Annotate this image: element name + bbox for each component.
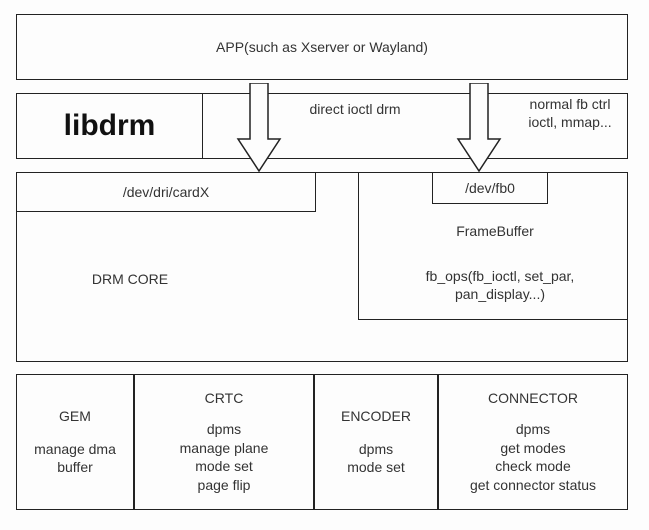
gem-desc2: buffer bbox=[57, 458, 93, 477]
dev-fb-box: /dev/fb0 bbox=[432, 172, 548, 204]
connector-desc3: check mode bbox=[495, 457, 570, 476]
crtc-title: CRTC bbox=[205, 389, 244, 408]
encoder-box: ENCODER dpms mode set bbox=[314, 374, 438, 510]
gem-title: GEM bbox=[59, 407, 91, 426]
dev-dri-label: /dev/dri/cardX bbox=[123, 183, 209, 202]
fbops-text: fb_ops(fb_ioctl, set_par, pan_display...… bbox=[395, 267, 605, 303]
app-box: APP(such as Xserver or Wayland) bbox=[16, 14, 628, 80]
arrow-fb-icon bbox=[454, 83, 504, 178]
crtc-desc3: mode set bbox=[195, 457, 253, 476]
framebuffer-title: FrameBuffer bbox=[430, 222, 560, 240]
crtc-box: CRTC dpms manage plane mode set page fli… bbox=[134, 374, 314, 510]
encoder-desc1: dpms bbox=[359, 440, 393, 459]
libdrm-label: libdrm bbox=[64, 106, 156, 147]
dev-dri-box: /dev/dri/cardX bbox=[16, 172, 316, 212]
arrow-drm-icon bbox=[234, 83, 284, 178]
crtc-desc4: page flip bbox=[198, 476, 251, 495]
ioctl-label: direct ioctl drm bbox=[290, 100, 420, 118]
crtc-desc2: manage plane bbox=[180, 439, 269, 458]
libdrm-box: libdrm bbox=[16, 93, 203, 159]
encoder-desc2: mode set bbox=[347, 458, 405, 477]
dev-fb-label: /dev/fb0 bbox=[465, 179, 515, 198]
connector-desc2: get modes bbox=[500, 439, 565, 458]
app-label: APP(such as Xserver or Wayland) bbox=[216, 38, 428, 57]
drm-core-label: DRM CORE bbox=[70, 270, 190, 288]
gem-box: GEM manage dma buffer bbox=[16, 374, 134, 510]
connector-title: CONNECTOR bbox=[488, 389, 578, 408]
fb-ctrl-label: normal fb ctrl ioctl, mmap... bbox=[510, 95, 630, 131]
connector-desc4: get connector status bbox=[470, 476, 596, 495]
connector-desc1: dpms bbox=[516, 420, 550, 439]
connector-box: CONNECTOR dpms get modes check mode get … bbox=[438, 374, 628, 510]
crtc-desc1: dpms bbox=[207, 420, 241, 439]
gem-desc1: manage dma bbox=[34, 440, 116, 459]
encoder-title: ENCODER bbox=[341, 407, 411, 426]
